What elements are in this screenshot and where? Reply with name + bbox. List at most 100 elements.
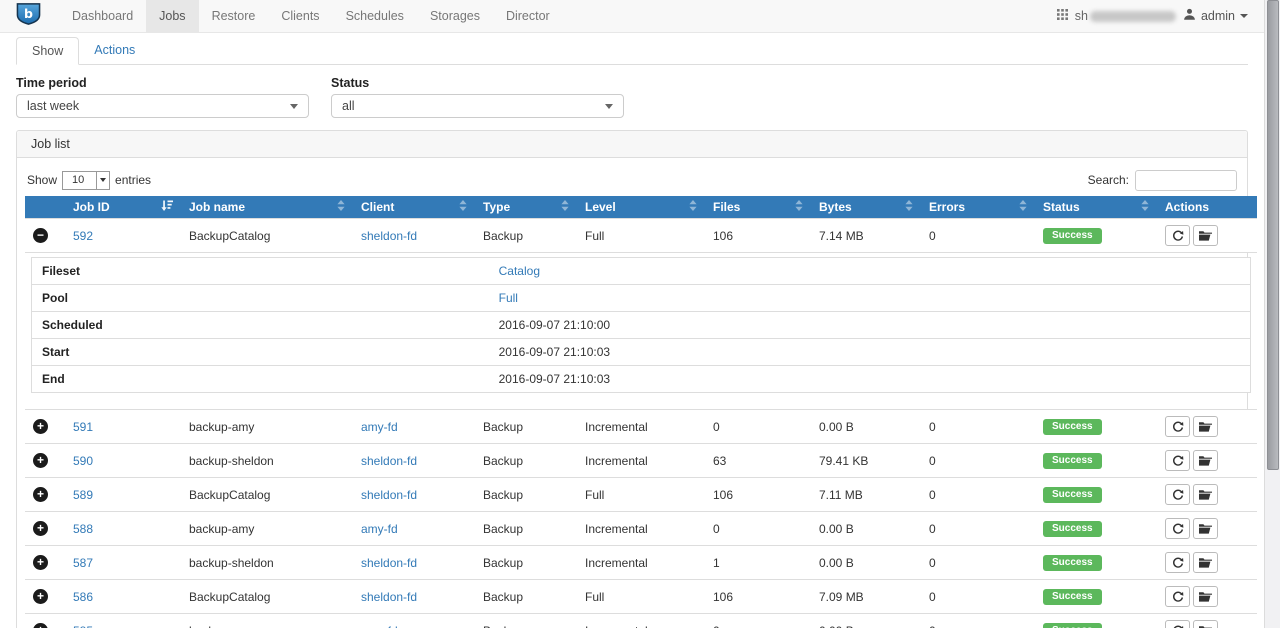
expand-row-icon[interactable]: + [33, 487, 48, 502]
job-id-link[interactable]: 591 [73, 420, 93, 434]
job-id-link[interactable]: 585 [73, 624, 93, 628]
expand-cell: + [25, 410, 65, 444]
column-header-type[interactable]: Type [475, 196, 577, 219]
job-id-cell: 592 [65, 219, 181, 253]
job-id-link[interactable]: 590 [73, 454, 93, 468]
detail-row-scheduled: Scheduled2016-09-07 21:10:00 [32, 312, 1251, 339]
client-link[interactable]: amy-fd [361, 522, 398, 536]
scrollbar-thumb[interactable] [1267, 0, 1279, 470]
column-header-job-name[interactable]: Job name [181, 196, 353, 219]
detail-value-link[interactable]: Full [499, 291, 518, 305]
page-size-value: 10 [63, 174, 96, 186]
run-again-button[interactable] [1165, 518, 1190, 539]
run-again-button[interactable] [1165, 484, 1190, 505]
nav-item-director[interactable]: Director [493, 0, 563, 32]
client-cell: amy-fd [353, 614, 475, 628]
restore-files-button[interactable] [1193, 518, 1218, 539]
client-link[interactable]: sheldon-fd [361, 454, 417, 468]
expand-row-icon[interactable]: + [33, 521, 48, 536]
job-row-591: +591backup-amyamy-fdBackupIncremental00.… [25, 410, 1257, 444]
files-cell: 0 [705, 614, 811, 628]
run-again-button[interactable] [1165, 620, 1190, 628]
time-period-select[interactable]: last week [16, 94, 309, 118]
actions-cell [1157, 512, 1257, 546]
search-input[interactable] [1135, 170, 1237, 191]
sort-icon [459, 200, 467, 214]
svg-text:b: b [24, 5, 33, 20]
client-link[interactable]: amy-fd [361, 420, 398, 434]
status-badge: Success [1043, 555, 1102, 571]
sort-icon [1019, 200, 1027, 214]
expand-row-icon[interactable]: + [33, 555, 48, 570]
page-scrollbar[interactable] [1264, 0, 1280, 628]
expand-row-icon[interactable]: + [33, 623, 48, 628]
client-link[interactable]: amy-fd [361, 624, 398, 628]
user-menu[interactable]: admin [1183, 8, 1248, 24]
sort-icon [689, 200, 697, 214]
nav-item-storages[interactable]: Storages [417, 0, 493, 32]
nav-item-restore[interactable]: Restore [199, 0, 269, 32]
status-select[interactable]: all [331, 94, 624, 118]
nav-item-schedules[interactable]: Schedules [333, 0, 417, 32]
restore-files-button[interactable] [1193, 586, 1218, 607]
restore-files-button[interactable] [1193, 416, 1218, 437]
job-id-link[interactable]: 587 [73, 556, 93, 570]
expand-row-icon[interactable]: + [33, 453, 48, 468]
run-again-button[interactable] [1165, 586, 1190, 607]
level-cell: Incremental [577, 410, 705, 444]
errors-cell: 0 [921, 478, 1035, 512]
restore-files-button[interactable] [1193, 484, 1218, 505]
host-label: sh [1075, 9, 1176, 23]
errors-cell: 0 [921, 614, 1035, 628]
files-cell: 106 [705, 478, 811, 512]
column-header-errors[interactable]: Errors [921, 196, 1035, 219]
expand-row-icon[interactable]: + [33, 589, 48, 604]
run-again-button[interactable] [1165, 416, 1190, 437]
job-id-link[interactable]: 588 [73, 522, 93, 536]
status-cell: Success [1035, 444, 1157, 478]
nav-item-dashboard[interactable]: Dashboard [59, 0, 146, 32]
expand-cell: + [25, 614, 65, 628]
nav-item-clients[interactable]: Clients [268, 0, 332, 32]
panel-body: Show 10 entries Search: [17, 158, 1247, 628]
column-header-client[interactable]: Client [353, 196, 475, 219]
detail-label: Scheduled [32, 312, 489, 339]
app-logo[interactable]: b [0, 0, 59, 32]
job-id-link[interactable]: 592 [73, 229, 93, 243]
column-header-status[interactable]: Status [1035, 196, 1157, 219]
tab-show[interactable]: Show [16, 37, 79, 65]
page-size-select[interactable]: 10 [62, 171, 110, 190]
tab-actions[interactable]: Actions [79, 37, 150, 64]
client-link[interactable]: sheldon-fd [361, 556, 417, 570]
detail-value: 2016-09-07 21:10:03 [489, 339, 1251, 366]
status-badge: Success [1043, 487, 1102, 503]
column-label: Files [713, 200, 740, 214]
job-id-link[interactable]: 586 [73, 590, 93, 604]
collapse-row-icon[interactable]: − [33, 228, 48, 243]
column-header-bytes[interactable]: Bytes [811, 196, 921, 219]
client-link[interactable]: sheldon-fd [361, 488, 417, 502]
apps-grid-icon[interactable] [1057, 9, 1068, 23]
job-id-cell: 585 [65, 614, 181, 628]
column-header-files[interactable]: Files [705, 196, 811, 219]
level-cell: Incremental [577, 512, 705, 546]
run-again-button[interactable] [1165, 225, 1190, 246]
run-again-button[interactable] [1165, 552, 1190, 573]
errors-cell: 0 [921, 580, 1035, 614]
jobs-table: Job IDJob nameClientTypeLevel Files BytesE… [25, 196, 1257, 628]
job-id-link[interactable]: 589 [73, 488, 93, 502]
nav-item-jobs[interactable]: Jobs [146, 0, 198, 32]
column-header-level[interactable]: Level [577, 196, 705, 219]
client-link[interactable]: sheldon-fd [361, 229, 417, 243]
run-again-button[interactable] [1165, 450, 1190, 471]
restore-files-button[interactable] [1193, 225, 1218, 246]
restore-files-button[interactable] [1193, 620, 1218, 628]
restore-files-button[interactable] [1193, 552, 1218, 573]
expand-row-icon[interactable]: + [33, 419, 48, 434]
restore-files-button[interactable] [1193, 450, 1218, 471]
client-link[interactable]: sheldon-fd [361, 590, 417, 604]
detail-value-link[interactable]: Catalog [499, 264, 540, 278]
actions-cell [1157, 580, 1257, 614]
job-id-cell: 587 [65, 546, 181, 580]
column-header-job-id[interactable]: Job ID [65, 196, 181, 219]
